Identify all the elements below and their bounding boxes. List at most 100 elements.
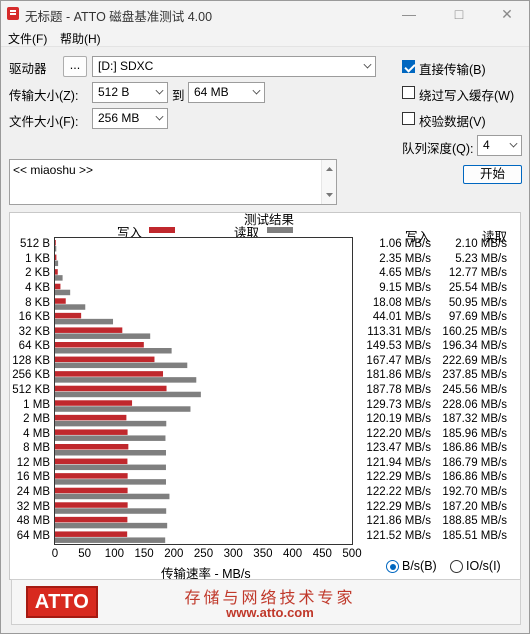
transfer-from-select[interactable]: 512 B: [92, 82, 168, 103]
write-value: 4.65 MB/s: [379, 267, 431, 280]
transfer-size-row-label: 1 MB: [23, 398, 50, 411]
file-size-value: 256 MB: [98, 111, 140, 125]
read-value: 187.32 MB/s: [442, 413, 507, 426]
read-bar: [55, 493, 170, 500]
read-bar: [55, 537, 166, 543]
close-icon[interactable]: ✕: [485, 3, 529, 25]
read-bar: [55, 464, 166, 471]
drive-select[interactable]: [D:] SDXC: [92, 56, 376, 77]
transfer-size-row-label: 16 MB: [16, 471, 50, 484]
write-bar: [55, 327, 123, 333]
menu-file[interactable]: 文件(F): [8, 30, 47, 47]
write-bar: [55, 473, 128, 479]
maximize-icon[interactable]: □: [437, 3, 481, 25]
write-bar: [55, 298, 66, 304]
chevron-down-icon: [363, 60, 372, 69]
transfer-size-row-label: 4 MB: [23, 427, 50, 440]
write-value: 2.35 MB/s: [379, 252, 431, 265]
write-bar: [55, 516, 128, 523]
transfer-size-row-label: 32 KB: [18, 325, 50, 338]
bypass-write-cache-checkbox[interactable]: [402, 86, 415, 99]
transfer-to-select[interactable]: 64 MB: [188, 82, 265, 103]
read-value: 97.69 MB/s: [448, 311, 507, 324]
transfer-size-row-label: 1 KB: [25, 252, 50, 265]
direct-io-label[interactable]: 直接传输(B): [419, 59, 486, 78]
browse-button[interactable]: ...: [63, 56, 87, 77]
write-bar: [55, 502, 128, 508]
queue-depth-select[interactable]: 4: [477, 135, 522, 156]
unit-bytes-radio[interactable]: [386, 560, 399, 573]
write-bar: [55, 444, 129, 450]
write-value: 122.20 MB/s: [366, 427, 431, 440]
write-value: 122.29 MB/s: [366, 500, 431, 513]
unit-io-radio[interactable]: [450, 560, 463, 573]
drive-select-value: [D:] SDXC: [98, 59, 154, 73]
transfer-size-row-label: 16 KB: [18, 311, 50, 324]
verify-data-label[interactable]: 校验数据(V): [419, 111, 486, 130]
write-bar: [55, 342, 144, 348]
read-value: 186.86 MB/s: [442, 442, 507, 455]
x-tick-label: 300: [223, 548, 243, 560]
transfer-size-row-label: 512 B: [19, 238, 50, 251]
read-bar: [55, 304, 86, 310]
read-value: 12.77 MB/s: [448, 267, 507, 280]
file-size-select[interactable]: 256 MB: [92, 108, 168, 129]
transfer-size-label: 传输大小(Z):: [9, 89, 79, 103]
read-bar: [55, 348, 172, 354]
transfer-size-row-label: 2 MB: [23, 413, 50, 426]
write-value: 121.86 MB/s: [366, 515, 431, 528]
transfer-size-row-label: 48 MB: [16, 515, 50, 528]
write-bar: [55, 429, 128, 435]
read-value: 237.85 MB/s: [442, 369, 507, 382]
write-bar: [55, 269, 58, 275]
unit-io-label[interactable]: IO/s(I): [466, 559, 501, 573]
x-tick-label: 150: [134, 548, 154, 560]
write-value: 9.15 MB/s: [379, 282, 431, 294]
read-bar: [55, 479, 166, 485]
banner-website[interactable]: www.atto.com: [130, 605, 410, 620]
write-value: 129.73 MB/s: [366, 398, 431, 411]
read-value: 5.23 MB/s: [455, 252, 507, 265]
menu-bar: 文件(F) 帮助(H): [1, 27, 529, 47]
direct-io-checkbox[interactable]: [402, 60, 415, 73]
write-bar: [55, 458, 128, 465]
write-value: 122.29 MB/s: [366, 471, 431, 484]
write-bar: [55, 487, 128, 494]
minimize-icon[interactable]: —: [387, 3, 431, 25]
window-title: 无标题 - ATTO 磁盘基准测试 4.00: [25, 10, 213, 24]
title-bar: 无标题 - ATTO 磁盘基准测试 4.00 — □ ✕: [1, 1, 529, 27]
read-value: 186.86 MB/s: [442, 471, 507, 484]
atto-app-icon: [7, 7, 19, 20]
read-bar: [55, 420, 167, 427]
description-textarea[interactable]: << miaoshu >>: [9, 159, 337, 205]
read-bar: [55, 333, 151, 339]
unit-bytes-label[interactable]: B/s(B): [402, 559, 437, 573]
description-scrollbar[interactable]: [321, 160, 336, 204]
bypass-write-cache-label[interactable]: 绕过写入缓存(W): [419, 85, 514, 104]
start-button[interactable]: 开始: [463, 165, 522, 184]
menu-help[interactable]: 帮助(H): [60, 30, 101, 47]
x-tick-label: 50: [78, 548, 92, 560]
read-bar: [55, 406, 191, 412]
write-bar: [55, 312, 82, 319]
chevron-down-icon: [155, 86, 164, 95]
write-bar: [55, 414, 127, 421]
read-value: 192.70 MB/s: [442, 486, 507, 498]
write-value: 149.53 MB/s: [366, 340, 431, 353]
write-value: 121.52 MB/s: [366, 529, 431, 542]
write-value: 122.22 MB/s: [366, 486, 431, 498]
write-value: 44.01 MB/s: [372, 311, 431, 324]
chart-plot-area: [54, 237, 353, 545]
write-bar: [55, 531, 128, 537]
read-bar: [55, 246, 57, 252]
verify-data-checkbox[interactable]: [402, 112, 415, 125]
drive-label: 驱动器: [9, 62, 47, 76]
transfer-size-row-label: 64 KB: [18, 340, 50, 353]
read-value: 185.51 MB/s: [442, 529, 507, 542]
read-bar: [55, 260, 59, 267]
x-tick-label: 200: [164, 548, 184, 560]
read-value: 188.85 MB/s: [442, 515, 507, 528]
atto-logo: ATTO: [26, 586, 98, 618]
write-value: 123.47 MB/s: [366, 442, 431, 455]
write-value: 120.19 MB/s: [366, 413, 431, 426]
